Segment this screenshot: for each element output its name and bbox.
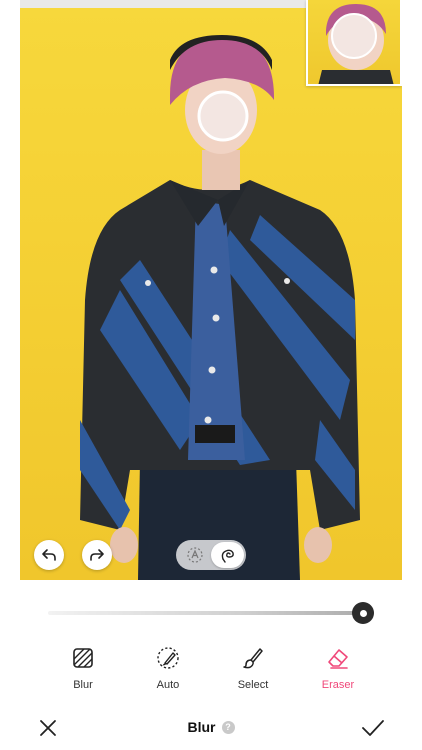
- slider-thumb[interactable]: [352, 602, 374, 624]
- brush-size-slider[interactable]: [48, 602, 374, 624]
- minimap-preview: [306, 0, 402, 86]
- tool-bar: Blur Auto Select Eraser: [0, 645, 422, 701]
- bottom-bar: Blur ?: [0, 708, 422, 750]
- tool-eraser[interactable]: Eraser: [298, 645, 378, 691]
- auto-select-icon: [186, 547, 203, 563]
- minimap-subject: [318, 4, 394, 84]
- auto-brush-icon: [157, 647, 179, 669]
- help-icon[interactable]: ?: [221, 720, 235, 734]
- lasso-icon: [221, 549, 234, 563]
- selection-mode-toggle[interactable]: [176, 540, 246, 570]
- slider-track: [48, 611, 374, 615]
- slider-thumb-dot: [359, 609, 367, 617]
- tool-select-label: Select: [237, 679, 269, 691]
- tool-select[interactable]: Select: [213, 645, 293, 691]
- tool-auto-label: Auto: [156, 679, 180, 691]
- page-title: Blur: [187, 719, 216, 735]
- redo-button[interactable]: [82, 540, 112, 570]
- subject-photo: [80, 35, 360, 580]
- photo-canvas[interactable]: [20, 0, 402, 580]
- tool-auto[interactable]: Auto: [128, 645, 208, 691]
- lasso-option[interactable]: [211, 542, 244, 568]
- apply-check-icon[interactable]: [360, 716, 386, 740]
- auto-select-option[interactable]: [178, 542, 211, 568]
- redo-icon: [90, 549, 104, 561]
- tool-eraser-label: Eraser: [321, 679, 355, 691]
- eraser-icon: [328, 649, 348, 669]
- undo-icon: [42, 549, 56, 561]
- brush-icon: [243, 648, 263, 669]
- blur-fill-icon: [73, 648, 93, 668]
- title-group: Blur ?: [0, 719, 422, 735]
- tool-blur[interactable]: Blur: [43, 645, 123, 691]
- undo-button[interactable]: [34, 540, 64, 570]
- tool-blur-label: Blur: [73, 679, 93, 691]
